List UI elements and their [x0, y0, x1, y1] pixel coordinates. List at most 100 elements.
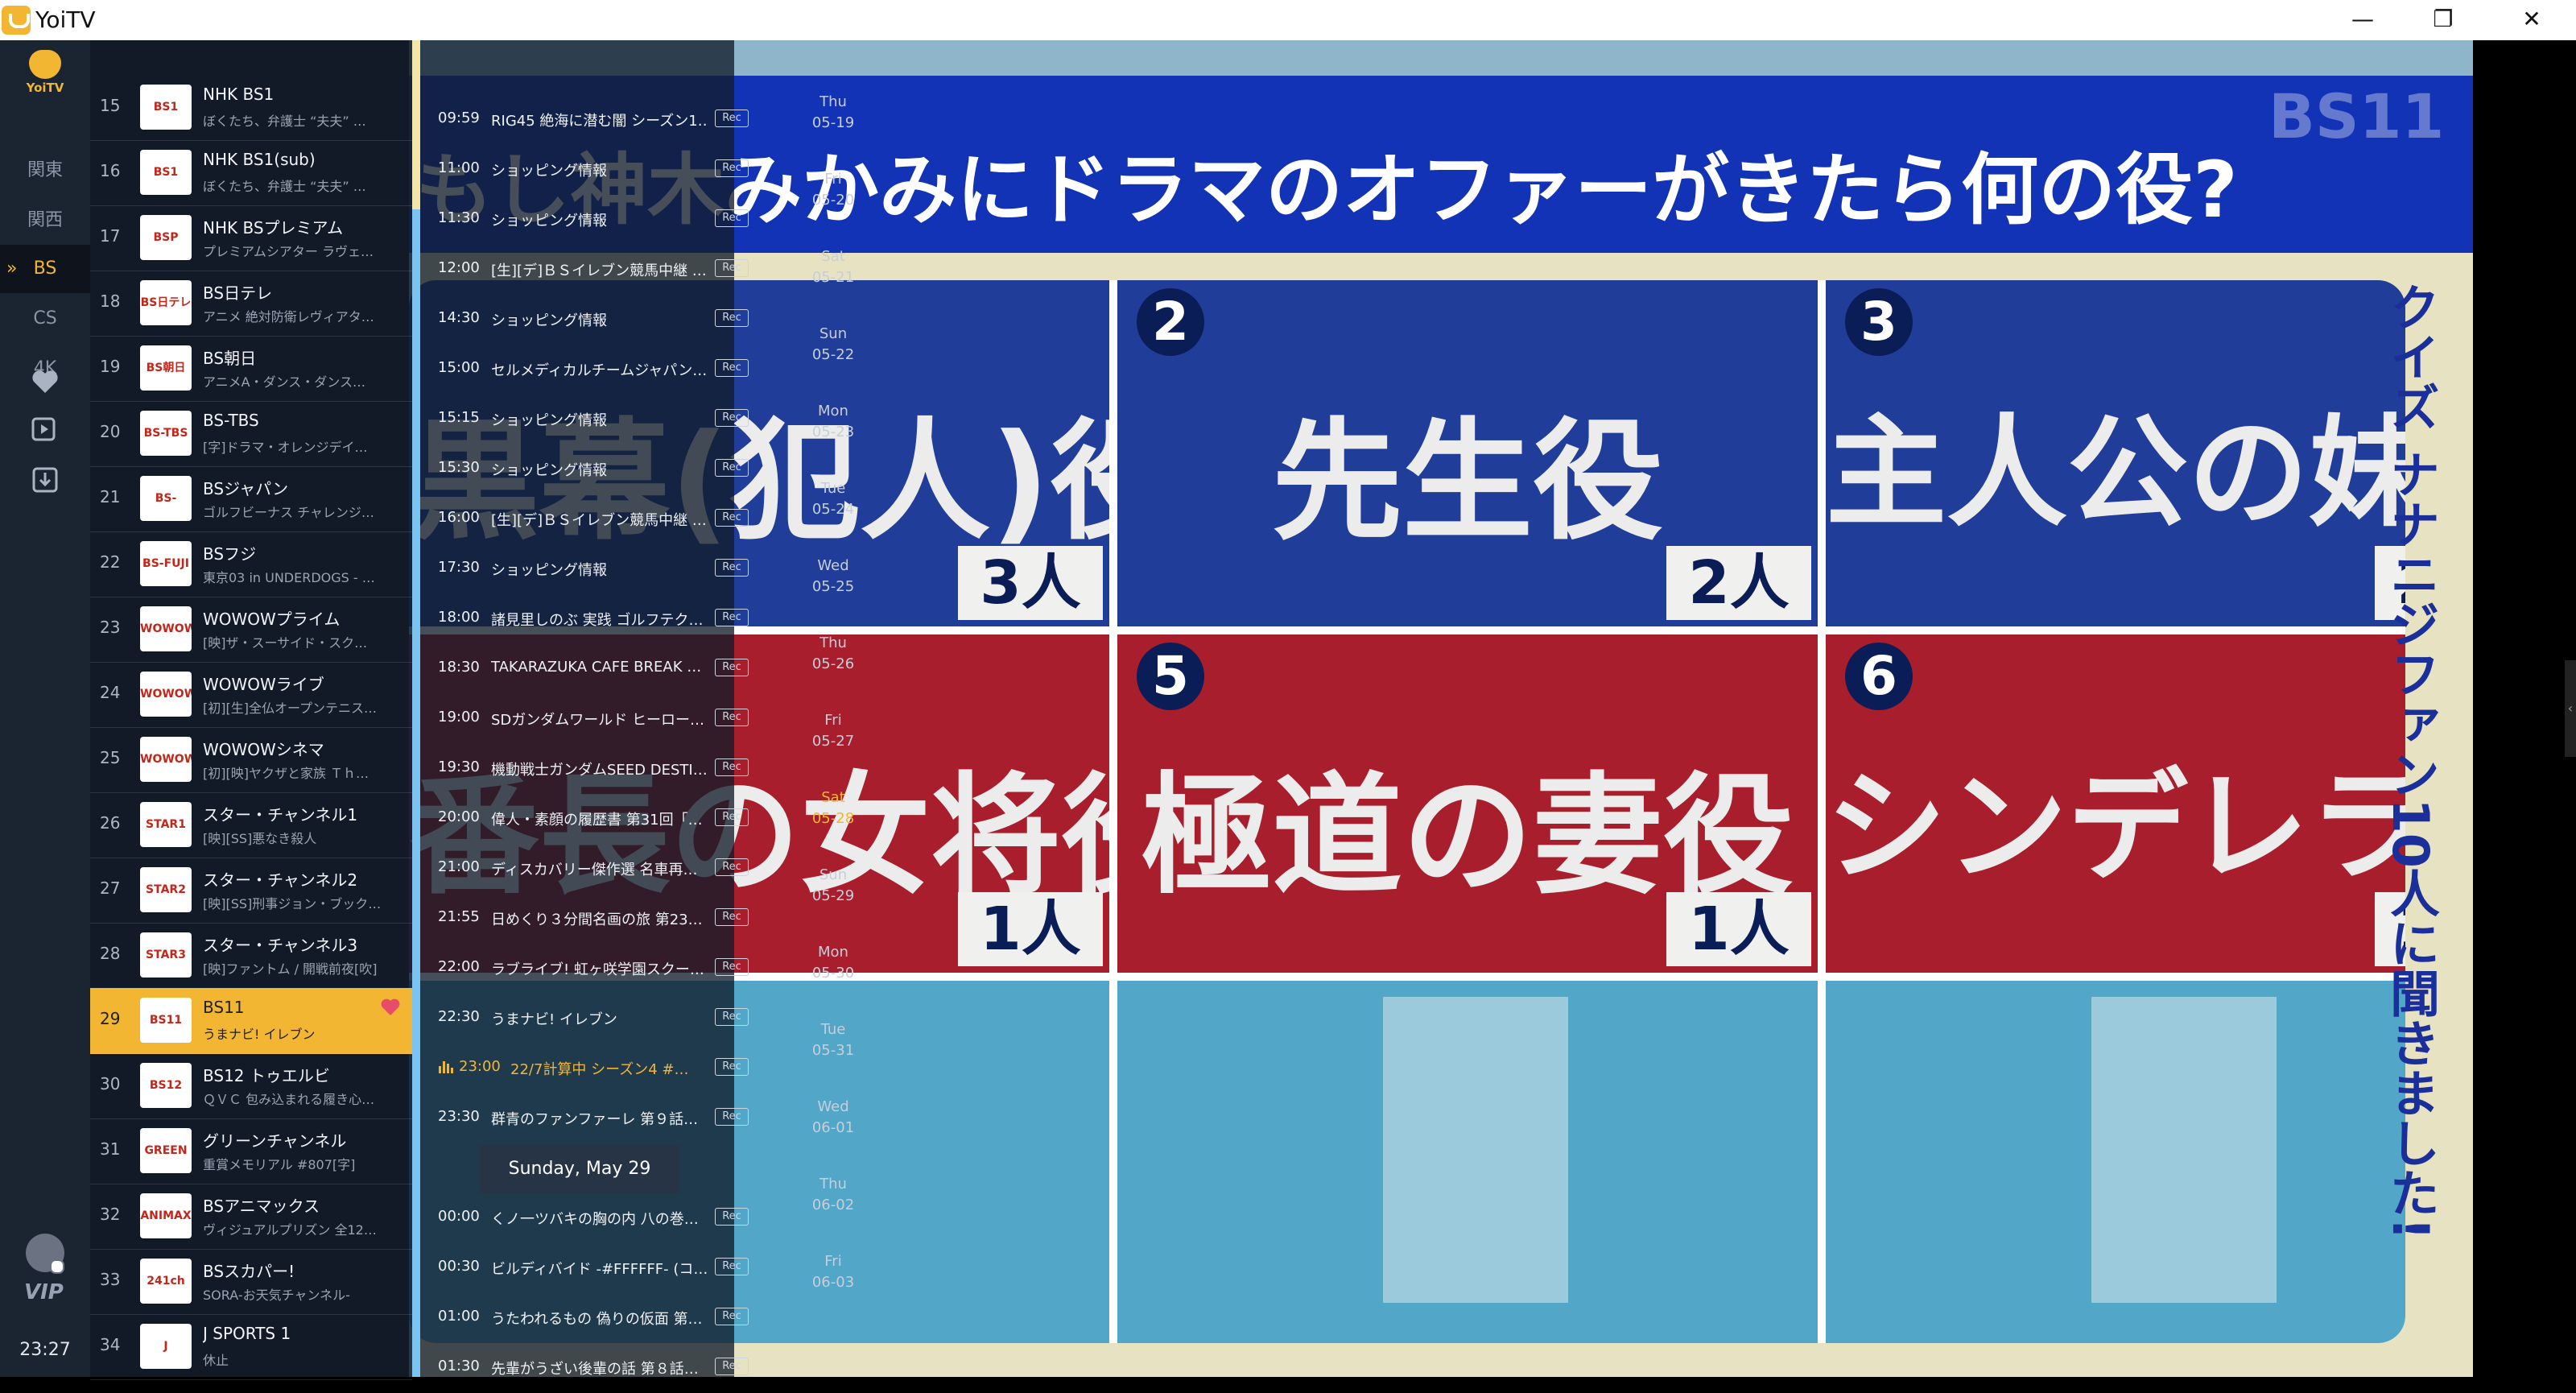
program-row[interactable]: 18:00 諸見里しのぶ 実践 ゴルフテク… Rec	[420, 594, 807, 644]
program-row[interactable]: 11:30 ショッピング情報 Rec	[420, 195, 807, 245]
restore-button[interactable]: ❐	[2407, 0, 2479, 40]
date-item[interactable]: Thu 06-02	[789, 1174, 877, 1216]
date-item[interactable]: Mon 05-23	[789, 401, 877, 443]
channel-row[interactable]: 32 ANIMAX BSアニマックス ヴィジュアルプリズン 全12…	[90, 1184, 412, 1250]
answer-cell: 2 先生役 2人	[1117, 280, 1818, 626]
date-item[interactable]: Mon 05-30	[789, 942, 877, 984]
rec-button[interactable]: Rec	[715, 908, 749, 926]
favorite-heart-icon[interactable]	[380, 998, 401, 1017]
rec-button[interactable]: Rec	[715, 1058, 749, 1076]
program-row[interactable]: 22:30 うまナビ! イレブン Rec	[420, 994, 807, 1044]
program-row[interactable]: 21:00 ディスカバリー傑作選 名車再… Rec	[420, 844, 807, 894]
rec-button[interactable]: Rec	[715, 1008, 749, 1026]
date-item[interactable]: Thu 05-26	[789, 633, 877, 675]
channel-row[interactable]: 17 BSP NHK BSプレミアム プレミアムシアター ラヴェ…	[90, 205, 412, 271]
heart-icon[interactable]	[29, 366, 61, 398]
channel-row[interactable]: 30 BS12 BS12 トゥエルビ ＱＶＣ 包み込まれる履き心…	[90, 1053, 412, 1119]
program-row[interactable]: 09:59 RIG45 絶海に潜む闇 シーズン1… Rec	[420, 95, 807, 145]
download-icon[interactable]	[29, 464, 61, 496]
rec-button[interactable]: Rec	[715, 110, 749, 127]
channel-row[interactable]: 28 STAR3 スター・チャンネル3 [映]ファントム / 開戦前夜[吹]	[90, 923, 412, 989]
program-row[interactable]: 00:30 ビルディバイド -#FFFFFF- (コ… Rec	[420, 1243, 807, 1293]
program-row[interactable]: 18:30 TAKARAZUKA CAFE BREAK … Rec	[420, 644, 807, 694]
program-row[interactable]: 19:30 機動戦士ガンダムSEED DESTI… Rec	[420, 744, 807, 794]
rec-button[interactable]: Rec	[715, 958, 749, 976]
rec-button[interactable]: Rec	[715, 808, 749, 826]
channel-row[interactable]: 22 BS-FUJI BSフジ 東京03 in UNDERDOGS - …	[90, 531, 412, 597]
date-item[interactable]: Sat 05-21	[789, 246, 877, 288]
close-button[interactable]: ✕	[2496, 0, 2568, 40]
rec-button[interactable]: Rec	[715, 209, 749, 227]
rec-button[interactable]: Rec	[715, 559, 749, 577]
channel-row[interactable]: 24 WOWOW WOWOWライブ [初][生]全仏オープンテニス…	[90, 662, 412, 728]
rec-button[interactable]: Rec	[715, 759, 749, 776]
rec-button[interactable]: Rec	[715, 1108, 749, 1126]
program-row[interactable]: 01:00 うたわれるもの 偽りの仮面 第… Rec	[420, 1293, 807, 1343]
rec-button[interactable]: Rec	[715, 1258, 749, 1275]
play-icon[interactable]	[29, 414, 61, 446]
program-row[interactable]: 22:00 ラブライブ! 虹ヶ咲学園スクー… Rec	[420, 944, 807, 994]
rec-button[interactable]: Rec	[715, 409, 749, 427]
channel-row[interactable]: 16 BS1 NHK BS1(sub) ぼくたち、弁護士 “夫夫” …	[90, 140, 412, 206]
rec-button[interactable]: Rec	[715, 259, 749, 277]
rec-button[interactable]: Rec	[715, 1358, 749, 1375]
program-row[interactable]: 11:00 ショッピング情報 Rec	[420, 145, 807, 195]
program-row[interactable]: 15:30 ショッピング情報 Rec	[420, 444, 807, 494]
channel-row[interactable]: 20 BS-TBS BS-TBS [字]ドラマ・オレンジデイ…	[90, 401, 412, 467]
program-row[interactable]: 17:30 ショッピング情報 Rec	[420, 544, 807, 594]
rec-button[interactable]: Rec	[715, 858, 749, 876]
minimize-button[interactable]: —	[2326, 0, 2399, 40]
rec-button[interactable]: Rec	[715, 459, 749, 477]
program-row[interactable]: 23:30 群青のファンファーレ 第９話… Rec	[420, 1093, 807, 1143]
nav-item-kanto[interactable]: 関東	[0, 147, 90, 195]
program-row-current[interactable]: 23:00 22/7計算中 シーズン4 #… Rec	[420, 1044, 807, 1093]
rec-button[interactable]: Rec	[715, 509, 749, 527]
date-item[interactable]: Fri 05-20	[789, 169, 877, 211]
date-item[interactable]: Sun 05-29	[789, 865, 877, 907]
date-item[interactable]: Fri 05-27	[789, 710, 877, 752]
rec-button[interactable]: Rec	[715, 609, 749, 626]
date-item-active[interactable]: Sat 05-28	[789, 787, 877, 829]
channel-row[interactable]: 26 STAR1 スター・チャンネル1 [映][SS]悪なき殺人	[90, 792, 412, 858]
channel-row[interactable]: 31 GREEN グリーンチャンネル 重賞メモリアル #807[字]	[90, 1118, 412, 1184]
date-item[interactable]: Wed 06-01	[789, 1097, 877, 1139]
channel-row[interactable]: 19 BS朝日 BS朝日 アニメA・ダンス・ダンス…	[90, 336, 412, 402]
rec-button[interactable]: Rec	[715, 709, 749, 726]
nav-item-bs[interactable]: BS	[0, 245, 90, 293]
rec-button[interactable]: Rec	[715, 659, 749, 676]
program-row[interactable]: 21:55 日めくり３分間名画の旅 第23… Rec	[420, 894, 807, 944]
rec-button[interactable]: Rec	[715, 1308, 749, 1325]
channel-row[interactable]: 18 BS日テレ BS日テレ アニメ 絶対防衛レヴィアタ…	[90, 271, 412, 337]
date-item[interactable]: Thu 05-19	[789, 92, 877, 134]
rec-button[interactable]: Rec	[715, 309, 749, 327]
channel-row[interactable]: 23 WOWOW WOWOWプライム [映]ザ・スーサイド・スク…	[90, 597, 412, 663]
program-row[interactable]: 14:30 ショッピング情報 Rec	[420, 295, 807, 345]
program-row[interactable]: 15:00 セルメディカルチームジャパン… Rec	[420, 345, 807, 395]
program-row[interactable]: 15:15 ショッピング情報 Rec	[420, 395, 807, 444]
date-item[interactable]: Wed 05-25	[789, 556, 877, 597]
date-item[interactable]: Fri 06-03	[789, 1251, 877, 1293]
date-item[interactable]: Sun 05-22	[789, 324, 877, 366]
channel-row[interactable]: 21 BS-TOKYO BSジャパンゴルフビーナス チャレンジ…	[90, 466, 412, 532]
channel-row[interactable]: 33 241ch BSスカパー! SORA-お天気チャンネル-	[90, 1249, 412, 1315]
rec-button[interactable]: Rec	[715, 359, 749, 377]
channel-row[interactable]: 34 J SPORTS J SPORTS 1 休止	[90, 1314, 412, 1380]
date-item[interactable]: Tue 05-24	[789, 478, 877, 520]
rec-button[interactable]: Rec	[715, 159, 749, 177]
vip-badge[interactable]: VIP	[24, 1280, 64, 1304]
program-row[interactable]: 20:00 偉人・素顔の履歴書 第31回「… Rec	[420, 794, 807, 844]
nav-item-cs[interactable]: CS	[0, 295, 90, 343]
program-row[interactable]: 12:00 [生][デ]ＢＳイレブン競馬中継 … Rec	[420, 245, 807, 295]
nav-item-kansai[interactable]: 関西	[0, 196, 90, 245]
side-panel-handle[interactable]: ‹	[2565, 660, 2576, 757]
date-item[interactable]: Tue 05-31	[789, 1019, 877, 1061]
rec-button[interactable]: Rec	[715, 1208, 749, 1226]
program-row[interactable]: 16:00 [生][デ]ＢＳイレブン競馬中継 … Rec	[420, 494, 807, 544]
channel-row-active[interactable]: 29 BS11 BS11 うまナビ! イレブン	[90, 988, 412, 1054]
program-row[interactable]: 19:00 SDガンダムワールド ヒーロー… Rec	[420, 694, 807, 744]
channel-row[interactable]: 25 WOWOW WOWOWシネマ [初][映]ヤクザと家族 Ｔｈ…	[90, 727, 412, 793]
program-row[interactable]: 01:30 先輩がうざい後輩の話 第８話… Rec	[420, 1343, 807, 1393]
program-row[interactable]: 00:00 くノ一ツバキの胸の内 八の巻… Rec	[420, 1193, 807, 1243]
channel-row[interactable]: 27 STAR2 スター・チャンネル2 [映][SS]刑事ジョン・ブック…	[90, 858, 412, 924]
channel-row[interactable]: 15 BS1 NHK BS1 ぼくたち、弁護士 “夫夫” …	[90, 75, 412, 141]
